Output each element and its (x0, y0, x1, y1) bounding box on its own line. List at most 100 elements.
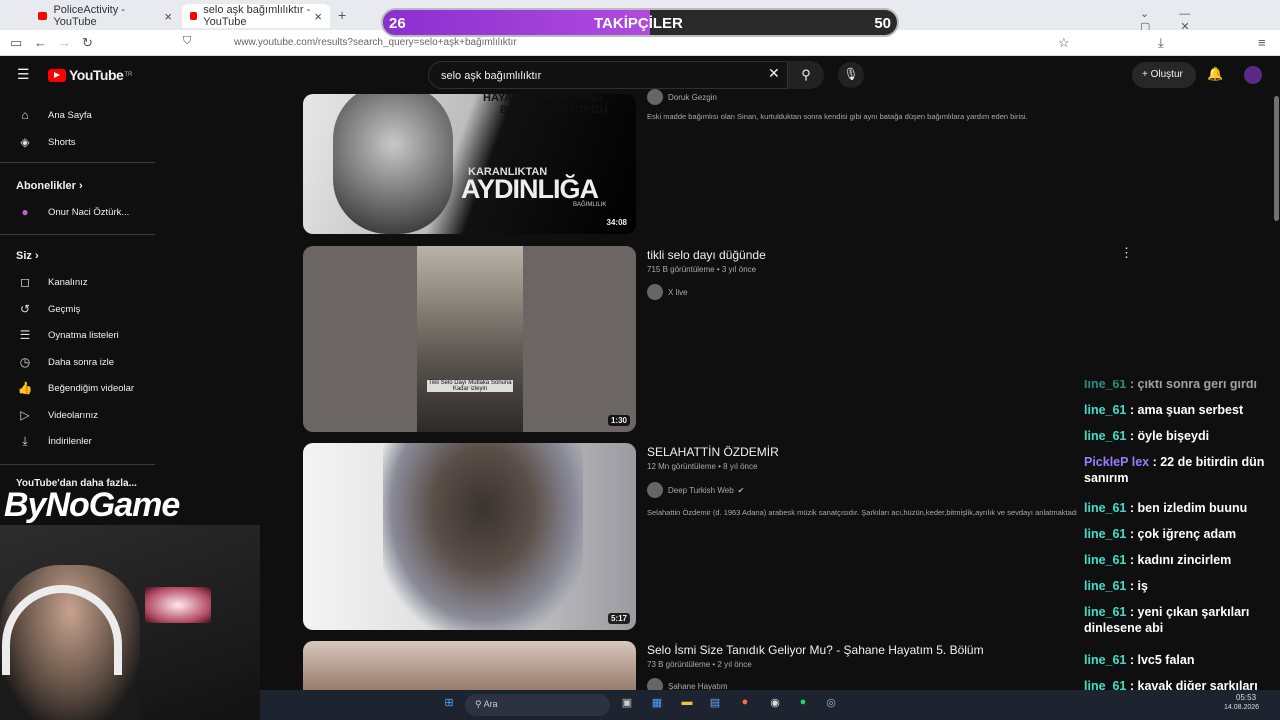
thumbnail-caption: Tikli Selo Dayı Mutlaka Sonuna Kadar izl… (427, 380, 513, 392)
reload-icon[interactable]: ↻ (82, 35, 93, 51)
channel-avatar (647, 89, 663, 105)
sidebar-item-label: Oynatma listeleri (48, 329, 119, 341)
forward-icon[interactable]: → (58, 35, 71, 50)
bookmark-star-icon[interactable]: ☆ (1058, 35, 1070, 51)
video-channel[interactable]: Doruk Gezgin (647, 89, 717, 105)
steam-icon[interactable]: ◎ (822, 696, 840, 714)
task-view-icon[interactable]: ▣ (618, 696, 636, 714)
hamburger-menu-icon[interactable]: ☰ (17, 66, 30, 83)
thumbnail-face (333, 94, 453, 234)
sidebar-item-channel[interactable]: ◻ Kanalınız (0, 269, 155, 295)
tab-selo-search[interactable]: selo aşk bağımlılıktır - YouTube × (182, 4, 330, 28)
chat-message: line_61 : çıktı sonra geri girdi (1084, 380, 1280, 392)
windows-taskbar: ⊞ ⚲ Ara ▣ ▦ ▬ ▤ ● ◉ ● ◎ 05:53 14.08.2026 (260, 690, 1280, 720)
clock-time: 05:53 (1236, 693, 1257, 702)
obs-icon[interactable]: ◉ (766, 696, 784, 714)
sidebar-item-subscription[interactable]: ● Onur Naci Öztürk... (0, 199, 155, 225)
youtube-logo-region: TR (124, 72, 133, 78)
clear-search-icon[interactable]: ✕ (768, 65, 780, 82)
avatar[interactable] (1244, 66, 1262, 84)
you-header[interactable]: Siz › (16, 250, 39, 262)
menu-icon[interactable]: ≡ (1258, 35, 1266, 50)
new-tab-button[interactable]: + (338, 7, 346, 23)
close-tab-icon[interactable]: × (314, 9, 322, 24)
video-description: Selahattin Özdemir (d. 1963 Adana) arabe… (647, 508, 1077, 517)
video-title[interactable]: SELAHATTİN ÖZDEMİR (647, 445, 779, 459)
create-label: Oluştur (1150, 69, 1183, 80)
sidebar-item-downloads[interactable]: ⤓ İndirilenler (0, 428, 155, 454)
follower-target: 50 (874, 15, 891, 32)
search-icon: ⚲ (801, 67, 811, 82)
downloads-icon[interactable]: ⤓ (1158, 35, 1164, 51)
windows-start-icon[interactable]: ⊞ (440, 696, 458, 714)
sidebar-item-label: Beğendiğim videolar (48, 382, 135, 394)
taskbar-search[interactable]: ⚲ Ara (465, 694, 610, 716)
sidebar-divider (0, 234, 155, 235)
chat-username: line_61 (1084, 501, 1127, 515)
chat-text: : öyle bişeydi (1129, 429, 1210, 443)
subscriptions-header[interactable]: Abonelikler › (16, 180, 83, 192)
chat-username: line_61 (1084, 553, 1127, 567)
sidebar-item-label: Ana Sayfa (48, 109, 92, 121)
chat-username: line_61 (1084, 579, 1127, 593)
thumbnail-text: BAĞIMLILIK (573, 202, 607, 208)
file-explorer-icon[interactable]: ▬ (678, 696, 696, 714)
sidebar-toggle-icon[interactable]: ▭ (10, 35, 22, 51)
chat-text: : çıktı sonra geri girdi (1129, 380, 1257, 391)
tab-policeactivity[interactable]: PoliceActivity - YouTube × (30, 4, 180, 28)
history-icon: ↺ (19, 302, 31, 316)
channel-name: Deep Turkish Web (668, 485, 734, 495)
home-icon: ⌂ (21, 108, 29, 122)
sidebar-item-shorts[interactable]: ◈ Shorts (0, 129, 155, 155)
more-options-icon[interactable]: ⋮ (1120, 245, 1133, 261)
video-title[interactable]: Selo İsmi Size Tanıdık Geliyor Mu? - Şah… (647, 643, 984, 657)
video-meta: 73 B görüntüleme • 2 yıl önce (647, 660, 752, 669)
sidebar-item-liked[interactable]: 👍 Beğendiğim videolar (0, 375, 155, 401)
firefox-icon[interactable]: ● (736, 696, 754, 714)
sidebar-item-watch-later[interactable]: ◷ Daha sonra izle (0, 349, 155, 375)
address-field[interactable]: www.youtube.com/results?search_query=sel… (234, 37, 517, 48)
video-duration: 5:17 (607, 613, 630, 624)
stream-chat: line_61 : çıktı sonra geri girdi line_61… (1080, 380, 1280, 720)
video-channel[interactable]: X live (647, 284, 688, 300)
verified-icon: ✔ (737, 485, 745, 495)
video-channel[interactable]: Deep Turkish Web ✔ (647, 482, 744, 498)
sidebar-item-label: Geçmiş (48, 303, 81, 315)
chat-username: line_61 (1084, 653, 1127, 667)
sidebar-item-home[interactable]: ⌂ Ana Sayfa (0, 102, 155, 128)
store-icon[interactable]: ▤ (706, 696, 724, 714)
spotify-icon[interactable]: ● (794, 696, 812, 714)
video-thumbnail[interactable]: 5:17 (303, 443, 636, 630)
sidebar-item-playlists[interactable]: ☰ Oynatma listeleri (0, 322, 155, 348)
shield-icon[interactable]: ⛉ (183, 35, 191, 48)
youtube-favicon-icon (190, 12, 198, 20)
search-button[interactable]: ⚲ (788, 61, 824, 89)
you-label: Siz (16, 250, 32, 262)
channel-name: X live (668, 287, 688, 297)
search-input[interactable]: selo aşk bağımlılıktır (428, 61, 788, 89)
sidebar-divider (0, 162, 155, 163)
chat-text: : ben izledim buunu (1129, 501, 1248, 515)
chat-text: : çok iğrenç adam (1129, 527, 1237, 541)
video-title[interactable]: tikli selo dayı düğünde (647, 248, 766, 262)
youtube-logo[interactable]: YouTube TR (48, 67, 132, 83)
video-thumbnail[interactable]: Tikli Selo Dayı Mutlaka Sonuna Kadar izl… (303, 246, 636, 432)
notifications-bell-icon[interactable]: 🔔 (1207, 66, 1223, 82)
sidebar-item-your-videos[interactable]: ▷ Videolarınız (0, 402, 155, 428)
video-thumbnail[interactable]: HAYATIMIN HER GÜNÜ BÖYLE GEÇİYORDU KARAN… (303, 94, 636, 234)
widgets-icon[interactable]: ▦ (648, 696, 666, 714)
channel-avatar (647, 284, 663, 300)
voice-search-button[interactable]: 🎙 (838, 62, 864, 88)
chat-text: : lvc5 falan (1129, 653, 1195, 667)
chat-message: line_61 : ama şuan serbest (1084, 402, 1280, 418)
back-icon[interactable]: ← (34, 35, 47, 50)
thumbnail-text: HAYATIMIN HER GÜNÜ (483, 94, 603, 104)
page-scrollbar[interactable] (1274, 96, 1279, 221)
sidebar-item-history[interactable]: ↺ Geçmiş (0, 296, 155, 322)
webcam-monitor-glow (145, 587, 211, 623)
channel-avatar (647, 482, 663, 498)
create-button[interactable]: + Oluştur (1132, 62, 1196, 88)
close-tab-icon[interactable]: × (164, 9, 172, 24)
thumbnail-text: BÖYLE GEÇİYORDU (500, 104, 608, 116)
sidebar-item-label: Daha sonra izle (48, 356, 115, 368)
